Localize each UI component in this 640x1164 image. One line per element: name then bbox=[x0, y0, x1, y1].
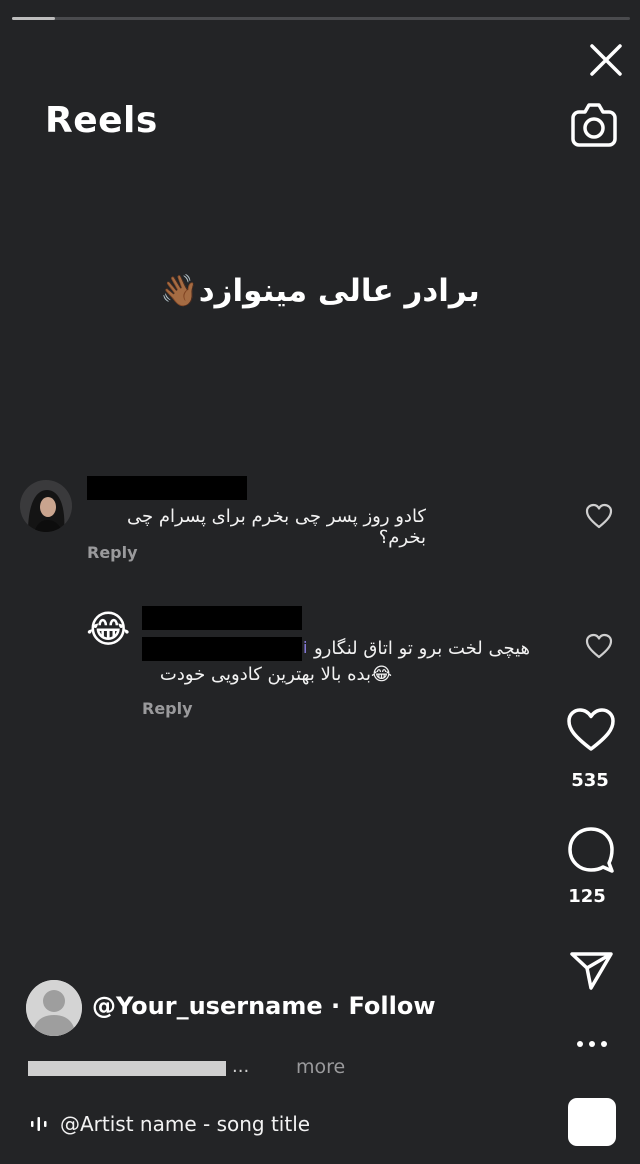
comment-like-button[interactable] bbox=[585, 503, 613, 529]
more-link[interactable]: more bbox=[296, 1056, 345, 1078]
description-placeholder bbox=[28, 1061, 226, 1076]
separator-dot: · bbox=[322, 992, 349, 1020]
send-icon bbox=[570, 952, 613, 990]
more-options-button[interactable] bbox=[575, 1036, 609, 1052]
comment-icon bbox=[568, 827, 614, 873]
comment-text: کادو روز پسر چی بخرم برای پسرام چی بخرم؟ bbox=[126, 506, 426, 548]
close-icon bbox=[590, 44, 622, 76]
redacted-mention bbox=[142, 637, 302, 661]
follow-button[interactable]: Follow bbox=[348, 992, 435, 1020]
camera-button[interactable] bbox=[570, 102, 618, 148]
comment-count: 125 bbox=[568, 886, 606, 907]
heart-icon bbox=[585, 503, 613, 529]
reel-caption: برادر عالی مینوازد👋🏾 bbox=[160, 273, 480, 309]
redacted-username bbox=[142, 606, 302, 630]
reply-button[interactable]: Reply bbox=[142, 699, 193, 718]
description-ellipsis: ... bbox=[232, 1056, 250, 1077]
comment-text-line-1: هیچی لخت برو تو اتاق لنگارو bbox=[313, 638, 530, 659]
redacted-username bbox=[87, 476, 247, 500]
profile-photo bbox=[20, 480, 72, 532]
username-row: @Your_username · Follow bbox=[92, 992, 436, 1020]
default-avatar-icon bbox=[26, 980, 82, 1036]
mention-marker: i bbox=[303, 638, 308, 657]
page-title: Reels bbox=[45, 100, 158, 141]
reply-button[interactable]: Reply bbox=[87, 543, 138, 562]
commenter-avatar-emoji[interactable]: 😂 bbox=[86, 606, 130, 652]
close-button[interactable] bbox=[588, 42, 624, 78]
heart-icon bbox=[567, 708, 615, 751]
user-avatar[interactable] bbox=[26, 980, 82, 1036]
audio-thumbnail[interactable] bbox=[568, 1098, 616, 1146]
music-icon bbox=[30, 1116, 48, 1132]
progress-bar bbox=[12, 17, 630, 20]
like-count: 535 bbox=[571, 770, 609, 791]
camera-icon bbox=[571, 103, 617, 147]
like-button[interactable] bbox=[566, 707, 616, 757]
username-link[interactable]: @Your_username bbox=[92, 992, 323, 1020]
audio-track-link[interactable]: @Artist name - song title bbox=[60, 1112, 310, 1136]
commenter-avatar[interactable] bbox=[20, 480, 72, 532]
heart-icon bbox=[585, 633, 613, 659]
comment-like-button[interactable] bbox=[585, 633, 613, 659]
comment-button[interactable] bbox=[567, 826, 617, 876]
progress-bar-fill bbox=[12, 17, 56, 20]
share-button[interactable] bbox=[569, 948, 619, 998]
more-icon bbox=[577, 1041, 607, 1047]
comment-text-line-2: 😂بده بالا بهترین کادویی خودت bbox=[159, 664, 392, 685]
